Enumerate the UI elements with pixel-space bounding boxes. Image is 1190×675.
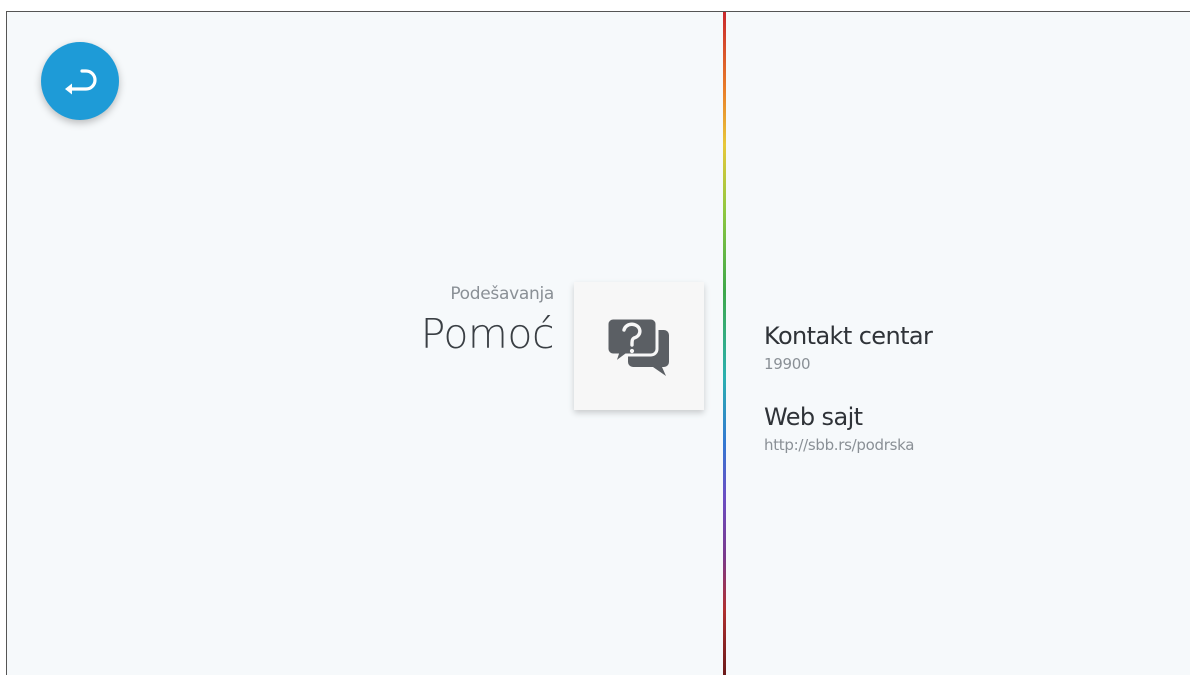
color-divider [723, 12, 726, 675]
help-chat-icon [605, 316, 669, 376]
website-label: Web sajt [764, 403, 863, 431]
contact-center-item[interactable]: Kontakt centar 19900 [764, 322, 933, 373]
app-screen: Podešavanja Pomoć Kontakt centar 19900 W… [6, 11, 1190, 675]
back-button[interactable] [41, 42, 119, 120]
website-url: http://sbb.rs/podrska [764, 436, 915, 454]
help-icon-card [574, 282, 704, 410]
back-arrow-icon [65, 69, 97, 95]
page-header: Podešavanja Pomoć [420, 284, 555, 358]
contact-center-number: 19900 [764, 355, 811, 373]
contact-center-label: Kontakt centar [764, 322, 933, 350]
page-title: Pomoć [420, 310, 555, 358]
website-item[interactable]: Web sajt http://sbb.rs/podrska [764, 403, 914, 454]
breadcrumb: Podešavanja [450, 284, 554, 304]
